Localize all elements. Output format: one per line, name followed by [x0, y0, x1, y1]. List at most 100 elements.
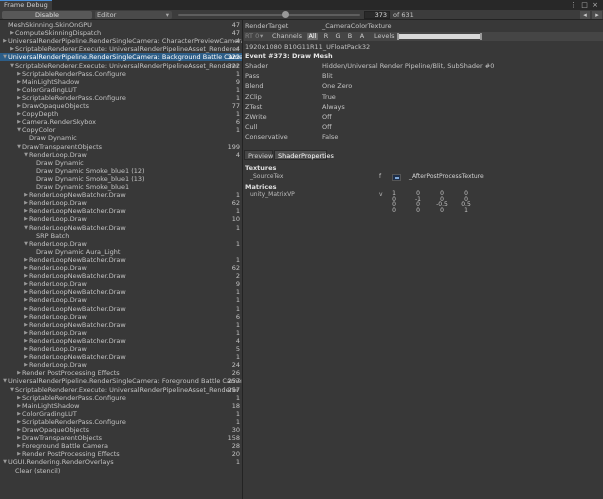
tree-row[interactable]: ▶ Render PostProcessing Effects 20: [0, 450, 242, 459]
tree-row-label: Foreground Battle Camera: [22, 442, 108, 451]
tree-row[interactable]: ▶ RenderLoopNewBatcher.Draw 1: [0, 353, 242, 361]
tree-row[interactable]: ▶ ScriptableRenderer.Execute: UniversalRe…: [0, 45, 242, 53]
tree-row[interactable]: Draw Dynamic: [0, 159, 242, 167]
tree-row[interactable]: ▶ ComputeSkinningDispatch 47: [0, 29, 242, 37]
tree-row[interactable]: ▶ Render PostProcessing Effects 26: [0, 369, 242, 377]
tree-row[interactable]: ▶ Foreground Battle Camera 28: [0, 442, 242, 451]
tree-row[interactable]: ▼ RenderLoopNewBatcher.Draw 1: [0, 223, 242, 232]
texture-thumbnail[interactable]: [392, 174, 401, 181]
tree-row[interactable]: ▼ DrawTransparentObjects 199: [0, 143, 242, 151]
tree-row[interactable]: ▼ CopyColor 1: [0, 126, 242, 134]
tree-row-label: RenderLoopNewBatcher.Draw: [29, 255, 126, 264]
render-target-value[interactable]: _CameraColorTexture: [322, 22, 392, 30]
tree-row-label: Draw Dynamic Smoke_blue1: [36, 183, 130, 191]
tree-row[interactable]: ▶ ColorGradingLUT 1: [0, 86, 242, 94]
property-name: Conservative: [245, 133, 288, 142]
tree-row[interactable]: ▶ RenderLoop.Draw 62: [0, 264, 242, 272]
tree-row[interactable]: ▼ ScriptableRenderer.Execute: UniversalRe…: [0, 386, 242, 394]
tree-row[interactable]: ▶ RenderLoop.Draw 10: [0, 215, 242, 224]
tree-row[interactable]: ▶ RenderLoopNewBatcher.Draw 1: [0, 288, 242, 296]
tree-row[interactable]: ▼ RenderLoop.Draw 4: [0, 151, 242, 159]
tree-row-label: RenderLoop.Draw: [29, 199, 87, 208]
tree-row-label: ScriptableRenderPass.Configure: [22, 417, 126, 426]
levels-slider[interactable]: [397, 34, 482, 39]
tree-row[interactable]: ▶ UniversalRenderPipeline.RenderSingleCam…: [0, 37, 242, 45]
tree-row[interactable]: ▶ DrawOpaqueObjects 77: [0, 102, 242, 110]
tree-row[interactable]: ▼ UGUI.Rendering.RenderOverlays 1: [0, 458, 242, 467]
tree-row[interactable]: ▶ RenderLoopNewBatcher.Draw 2: [0, 272, 242, 280]
tree-row[interactable]: Draw Dynamic: [0, 134, 242, 142]
levels-max-handle[interactable]: [480, 33, 482, 40]
tree-row-label: DrawOpaqueObjects: [22, 426, 90, 434]
property-name: ZTest: [245, 102, 263, 111]
channel-b-button[interactable]: B: [346, 33, 354, 40]
tree-row-label: RenderLoop.Draw: [29, 312, 87, 321]
tree-row[interactable]: ▶ RenderLoopNewBatcher.Draw 1: [0, 255, 242, 264]
tree-row[interactable]: ▶ RenderLoopNewBatcher.Draw 1: [0, 191, 242, 199]
tree-row[interactable]: Draw Dynamic Smoke_blue1 (13): [0, 175, 242, 183]
tree-row[interactable]: Clear (stencil): [0, 467, 242, 475]
tree-row[interactable]: ▼ RenderLoop.Draw 1: [0, 239, 242, 248]
window-menu-icon[interactable]: ⋮ □ ×: [570, 0, 599, 10]
tree-row-label: MainLightShadow: [22, 401, 80, 410]
previous-event-icon[interactable]: ◂: [580, 11, 590, 19]
tree-row[interactable]: ▶ RenderLoopNewBatcher.Draw 4: [0, 337, 242, 345]
tree-row[interactable]: ▶ RenderLoopNewBatcher.Draw 1: [0, 207, 242, 215]
tree-row[interactable]: ▶ Camera.RenderSkybox 6: [0, 118, 242, 126]
tree-row[interactable]: MeshSkinning.SkinOnGPU 47: [0, 21, 242, 29]
tree-row[interactable]: ▶ RenderLoop.Draw 9: [0, 280, 242, 288]
tree-row-count: 1: [235, 239, 240, 248]
tree-row[interactable]: ▶ MainLightShadow 18: [0, 401, 242, 410]
tree-row[interactable]: ▶ MainLightShadow 9: [0, 78, 242, 86]
chevron-down-icon: ▾: [165, 11, 169, 19]
tree-row[interactable]: Draw Dynamic Smoke_blue1 (12): [0, 167, 242, 175]
tree-row[interactable]: ▶ RenderLoopNewBatcher.Draw 1: [0, 305, 242, 313]
channel-a-button[interactable]: A: [358, 33, 366, 40]
tree-row[interactable]: ▼ UniversalRenderPipeline.RenderSingleCam…: [0, 377, 242, 385]
tree-row[interactable]: ▼ UniversalRenderPipeline.RenderSingleCam…: [0, 53, 242, 62]
window-tab-frame-debug[interactable]: Frame Debug: [0, 0, 52, 10]
tree-row[interactable]: ▶ RenderLoopNewBatcher.Draw 1: [0, 321, 242, 329]
tree-row[interactable]: ▶ DrawOpaqueObjects 30: [0, 426, 242, 434]
tree-row[interactable]: ▼ ScriptableRenderer.Execute: UniversalRe…: [0, 62, 242, 70]
tree-row-label: Render PostProcessing Effects: [22, 450, 120, 459]
tree-row[interactable]: ▶ RenderLoop.Draw 5: [0, 345, 242, 353]
step-input[interactable]: 373: [364, 11, 390, 19]
step-slider-handle[interactable]: [281, 11, 289, 18]
step-slider[interactable]: [178, 14, 360, 16]
tree-row[interactable]: Draw Dynamic Aura_Light: [0, 247, 242, 256]
tree-row[interactable]: SRP Batch: [0, 232, 242, 240]
tree-row-label: CopyDepth: [22, 110, 59, 119]
event-tree[interactable]: MeshSkinning.SkinOnGPU 47 ▶ ComputeSkinning…: [0, 20, 243, 499]
tree-row[interactable]: Draw Dynamic Smoke_blue1: [0, 183, 242, 191]
channel-g-button[interactable]: G: [334, 33, 342, 40]
tree-row[interactable]: ▶ ScriptableRenderPass.Configure 1: [0, 70, 242, 78]
levels-min-handle[interactable]: [397, 33, 399, 40]
tree-row[interactable]: ▶ RenderLoop.Draw 1: [0, 296, 242, 304]
matrix-cell: 1: [464, 206, 468, 214]
tree-row[interactable]: ▶ ScriptableRenderPass.Configure 1: [0, 417, 242, 426]
tab-shader-properties[interactable]: ShaderProperties: [274, 150, 334, 160]
tree-row[interactable]: ▶ ScriptableRenderPass.Configure 1: [0, 394, 242, 402]
tree-row[interactable]: ▶ RenderLoop.Draw 6: [0, 312, 242, 321]
tree-row-count: 1: [235, 223, 240, 232]
tree-row[interactable]: ▶ RenderLoop.Draw 62: [0, 199, 242, 208]
tree-row-label: RenderLoop.Draw: [29, 215, 87, 224]
disable-button[interactable]: Disable: [2, 11, 92, 19]
rt-dropdown[interactable]: RT 0: [245, 32, 259, 41]
tree-row[interactable]: ▶ CopyDepth 1: [0, 110, 242, 119]
next-event-icon[interactable]: ▸: [592, 11, 602, 19]
event-details: RenderTarget _CameraColorTexture RT 0 ▾ …: [244, 20, 603, 499]
target-select[interactable]: Editor ▾: [95, 11, 172, 19]
tree-row-label: Draw Dynamic Aura_Light: [36, 247, 121, 256]
tree-row[interactable]: ▶ ColorGradingLUT 1: [0, 410, 242, 418]
channel-r-button[interactable]: R: [322, 33, 330, 40]
tree-row[interactable]: ▶ ScriptableRenderPass.Configure 1: [0, 94, 242, 102]
tab-preview[interactable]: Preview: [244, 150, 273, 160]
tree-row[interactable]: ▶ RenderLoop.Draw 1: [0, 329, 242, 337]
property-value: Blit: [322, 72, 333, 81]
tree-row[interactable]: ▶ RenderLoop.Draw 24: [0, 361, 242, 369]
tree-row-count: 1: [235, 458, 240, 467]
tree-row[interactable]: ▶ DrawTransparentObjects 158: [0, 434, 242, 442]
channel-all-button[interactable]: All: [307, 33, 318, 40]
